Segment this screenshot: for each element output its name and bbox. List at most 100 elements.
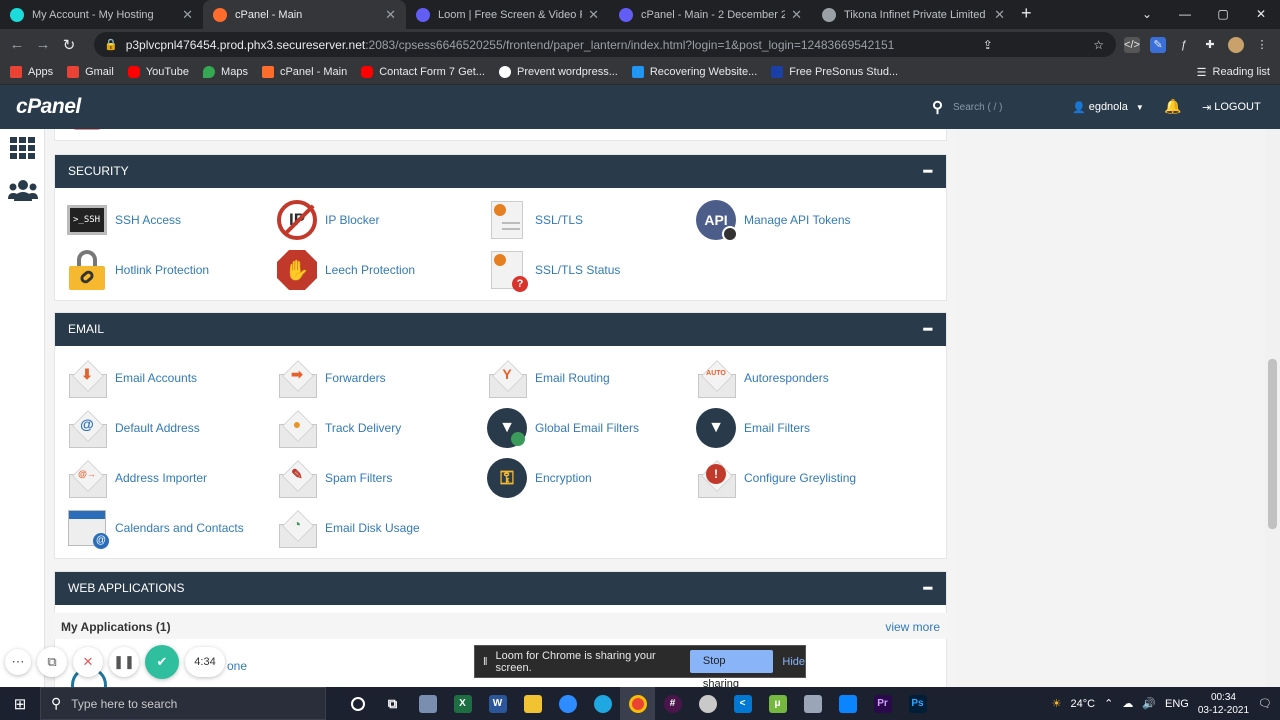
leech-protection-link[interactable]: ✋ Leech Protection xyxy=(277,250,415,290)
network-icon[interactable]: ☁ xyxy=(1122,697,1133,710)
configure-greylisting-link[interactable]: ! Configure Greylisting xyxy=(696,458,856,498)
forward-icon[interactable]: → xyxy=(30,36,56,53)
camera-toggle-icon[interactable]: ⧉ xyxy=(37,647,67,677)
scrollbar-thumb[interactable] xyxy=(1268,359,1277,529)
email-filters-link[interactable]: ▼ Email Filters xyxy=(696,408,810,448)
default-address-link[interactable]: @ Default Address xyxy=(67,408,200,448)
extension-icon[interactable]: </> xyxy=(1124,36,1140,53)
stop-sharing-button[interactable]: Stop sharing xyxy=(689,650,774,690)
finish-recording-icon[interactable]: ✔ xyxy=(145,645,179,679)
ssh-access-link[interactable]: >_SSH SSH Access xyxy=(67,200,181,240)
google-drive-icon[interactable] xyxy=(550,687,585,720)
manage-api-tokens-link[interactable]: API Manage API Tokens xyxy=(696,200,851,242)
bookmark-gmail[interactable]: Gmail xyxy=(67,66,114,78)
calendars-contacts-link[interactable]: @ Calendars and Contacts xyxy=(67,508,244,549)
excel-icon[interactable]: X xyxy=(445,687,480,720)
email-routing-link[interactable]: Y Email Routing xyxy=(487,358,610,398)
extension-icon[interactable]: ƒ xyxy=(1176,37,1192,53)
file-explorer-icon[interactable] xyxy=(515,687,550,720)
autoresponders-link[interactable]: AUTO Autoresponders xyxy=(696,358,829,398)
email-disk-usage-link[interactable]: ◔ Email Disk Usage xyxy=(277,508,420,548)
edge-icon[interactable] xyxy=(585,687,620,720)
view-more-link[interactable]: view more xyxy=(885,620,940,634)
close-tab-icon[interactable]: ✕ xyxy=(791,7,802,23)
hotlink-protection-link[interactable]: Hotlink Protection xyxy=(67,250,209,290)
more-options-icon[interactable]: ⋯ xyxy=(5,649,31,675)
bookmark-youtube[interactable]: YouTube xyxy=(127,66,189,78)
photos-app-icon[interactable] xyxy=(830,687,865,720)
profile-avatar-icon[interactable] xyxy=(1228,36,1244,53)
hide-button[interactable]: Hide xyxy=(782,656,805,668)
word-icon[interactable]: W xyxy=(480,687,515,720)
app-icon[interactable] xyxy=(690,687,725,720)
cancel-recording-icon[interactable]: ✕ xyxy=(73,647,103,677)
address-bar[interactable]: 🔒 p3plvcpnl476454.prod.phx3.secureserver… xyxy=(94,32,1116,57)
bookmark-maps[interactable]: Maps xyxy=(203,66,248,78)
close-window-icon[interactable]: ✕ xyxy=(1242,0,1280,29)
close-tab-icon[interactable]: ✕ xyxy=(182,7,193,23)
premiere-pro-icon[interactable]: Pr xyxy=(865,687,900,720)
track-delivery-link[interactable]: ● Track Delivery xyxy=(277,408,401,448)
language-indicator[interactable]: ENG xyxy=(1165,698,1189,710)
close-tab-icon[interactable]: ✕ xyxy=(385,7,396,23)
new-tab-icon[interactable]: + xyxy=(1021,0,1032,29)
task-view-icon[interactable]: ⧉ xyxy=(375,687,410,720)
bookmark-recovering-website[interactable]: Recovering Website... xyxy=(631,66,757,78)
tools-grid-icon[interactable] xyxy=(10,137,35,164)
users-group-icon[interactable] xyxy=(8,179,38,206)
bookmark-apps[interactable]: Apps xyxy=(10,66,53,78)
drag-handle-icon[interactable]: ‖ xyxy=(483,656,488,668)
ssl-tls-link[interactable]: SSL/TLS xyxy=(487,200,583,240)
collapse-icon[interactable]: ━ xyxy=(924,313,932,346)
spam-filters-link[interactable]: ✎ Spam Filters xyxy=(277,458,392,498)
tab-cpanel-december[interactable]: cPanel - Main - 2 December 202 ✕ xyxy=(609,0,812,29)
notes-app-icon[interactable] xyxy=(795,687,830,720)
ip-blocker-link[interactable]: IP IP Blocker xyxy=(277,200,379,240)
address-importer-link[interactable]: @→ Address Importer xyxy=(67,458,207,498)
tray-chevron-icon[interactable]: ⌃ xyxy=(1104,697,1113,710)
encryption-link[interactable]: ⚿ Encryption xyxy=(487,458,592,498)
notifications-icon[interactable]: 🗨 xyxy=(1258,697,1272,710)
tab-my-account[interactable]: My Account - My Hosting ✕ xyxy=(0,0,203,29)
cpanel-search[interactable]: ⚲ Search ( / ) xyxy=(932,85,1002,129)
windows-start-icon[interactable]: ⊞ xyxy=(0,695,40,713)
minimize-icon[interactable]: — xyxy=(1166,0,1204,29)
slack-icon[interactable]: # xyxy=(655,687,690,720)
close-tab-icon[interactable]: ✕ xyxy=(588,7,599,23)
user-menu[interactable]: 👤 egdnola ▼ xyxy=(1072,85,1144,129)
camera-app-icon[interactable] xyxy=(410,687,445,720)
lock-icon[interactable]: 🔒 xyxy=(104,38,118,51)
volume-icon[interactable]: 🔊 xyxy=(1142,697,1156,710)
logout-button[interactable]: ⇥ LOGOUT xyxy=(1202,85,1261,129)
forwarders-link[interactable]: ➡ Forwarders xyxy=(277,358,386,398)
tab-search-icon[interactable]: ⌄ xyxy=(1128,0,1166,29)
bookmark-presonus[interactable]: Free PreSonus Stud... xyxy=(771,66,898,78)
tab-tikona[interactable]: Tikona Infinet Private Limited ✕ xyxy=(812,0,1015,29)
utorrent-icon[interactable]: μ xyxy=(760,687,795,720)
email-accounts-link[interactable]: ⬇ Email Accounts xyxy=(67,358,197,398)
puzzle-extensions-icon[interactable]: ✚ xyxy=(1202,37,1218,53)
photoshop-icon[interactable]: Ps xyxy=(900,687,935,720)
collapse-icon[interactable]: ━ xyxy=(924,572,932,605)
bookmark-cpanel[interactable]: cPanel - Main xyxy=(261,66,347,78)
reload-icon[interactable]: ↻ xyxy=(56,36,82,54)
taskbar-clock[interactable]: 00:34 03-12-2021 xyxy=(1198,691,1249,717)
close-tab-icon[interactable]: ✕ xyxy=(994,7,1005,23)
tab-cpanel-main[interactable]: cPanel - Main ✕ xyxy=(203,0,406,29)
bookmark-star-icon[interactable]: ☆ xyxy=(1093,38,1104,52)
back-icon[interactable]: ← xyxy=(4,36,30,53)
global-email-filters-link[interactable]: ▼ Global Email Filters xyxy=(487,408,639,448)
reading-list[interactable]: ☰ Reading list xyxy=(1197,66,1270,79)
menu-dots-icon[interactable]: ⋮ xyxy=(1254,37,1270,53)
collapse-icon[interactable]: ━ xyxy=(924,155,932,188)
cpanel-logo[interactable]: cPanel xyxy=(16,95,81,119)
page-scrollbar[interactable] xyxy=(1265,129,1280,687)
temperature[interactable]: 24°C xyxy=(1071,698,1096,710)
vscode-icon[interactable]: < xyxy=(725,687,760,720)
security-panel-header[interactable]: SECURITY ━ xyxy=(55,155,946,188)
maximize-icon[interactable]: ▢ xyxy=(1204,0,1242,29)
pause-recording-icon[interactable]: ❚❚ xyxy=(109,647,139,677)
tab-loom[interactable]: Loom | Free Screen & Video Rec ✕ xyxy=(406,0,609,29)
chrome-icon[interactable] xyxy=(620,687,655,720)
bookmark-contact-form[interactable]: Contact Form 7 Get... xyxy=(361,66,485,78)
